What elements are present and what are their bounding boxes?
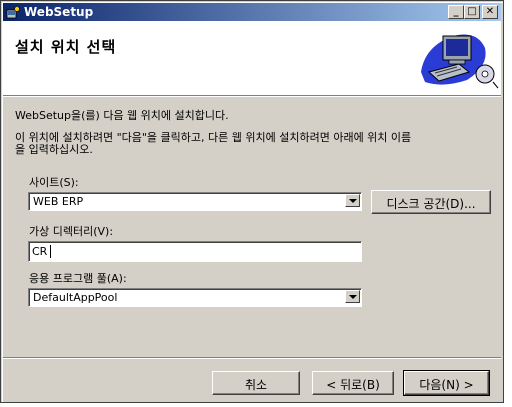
back-button-label: < 뒤로(B) xyxy=(326,378,380,392)
cancel-button-label: 취소 xyxy=(244,378,268,392)
title-bar[interactable]: WebSetup _ □ ✕ xyxy=(3,3,501,21)
computer-install-graphic xyxy=(415,26,499,90)
intro-text: WebSetup을(를) 다음 웹 위치에 설치합니다. xyxy=(15,109,229,122)
footer-separator xyxy=(3,357,501,359)
close-glyph: ✕ xyxy=(485,6,495,17)
minimize-button[interactable]: _ xyxy=(448,5,464,19)
virtual-directory-input[interactable]: CR xyxy=(28,241,362,262)
app-pool-select[interactable]: DefaultAppPool xyxy=(28,288,362,307)
page-title: 설치 위치 선택 xyxy=(15,38,117,56)
chevron-down-icon[interactable] xyxy=(345,194,360,207)
site-label: 사이트(S): xyxy=(29,176,79,189)
back-button[interactable]: < 뒤로(B) xyxy=(312,371,394,395)
text-cursor xyxy=(50,245,51,258)
app-pool-value: DefaultAppPool xyxy=(33,291,118,304)
cancel-button[interactable]: 취소 xyxy=(212,371,300,395)
disk-space-button-label: 디스크 공간(D)... xyxy=(386,197,476,211)
instructions-line-2: 을 입력하십시오. xyxy=(15,143,93,156)
next-button[interactable]: 다음(N) > xyxy=(403,370,490,396)
disk-space-button[interactable]: 디스크 공간(D)... xyxy=(371,190,491,214)
virtual-directory-value: CR xyxy=(32,245,48,258)
setup-app-icon xyxy=(6,5,20,19)
site-select[interactable]: WEB ERP xyxy=(28,192,362,211)
app-pool-label: 응용 프로그램 풀(A): xyxy=(29,272,127,285)
maximize-button[interactable]: □ xyxy=(464,5,480,19)
setup-window: WebSetup _ □ ✕ 설치 위치 선택 WebSetup을(를) 다음 … xyxy=(0,0,504,403)
virtual-directory-label: 가상 디렉터리(V): xyxy=(29,225,114,238)
window-title: WebSetup xyxy=(24,5,94,19)
minimize-glyph: _ xyxy=(453,6,459,17)
header-separator xyxy=(3,95,501,97)
maximize-glyph: □ xyxy=(467,6,477,17)
next-button-label: 다음(N) > xyxy=(419,378,474,392)
chevron-down-icon[interactable] xyxy=(345,290,360,303)
site-value: WEB ERP xyxy=(33,195,84,208)
header-banner: 설치 위치 선택 xyxy=(3,21,501,95)
close-button[interactable]: ✕ xyxy=(482,5,498,19)
